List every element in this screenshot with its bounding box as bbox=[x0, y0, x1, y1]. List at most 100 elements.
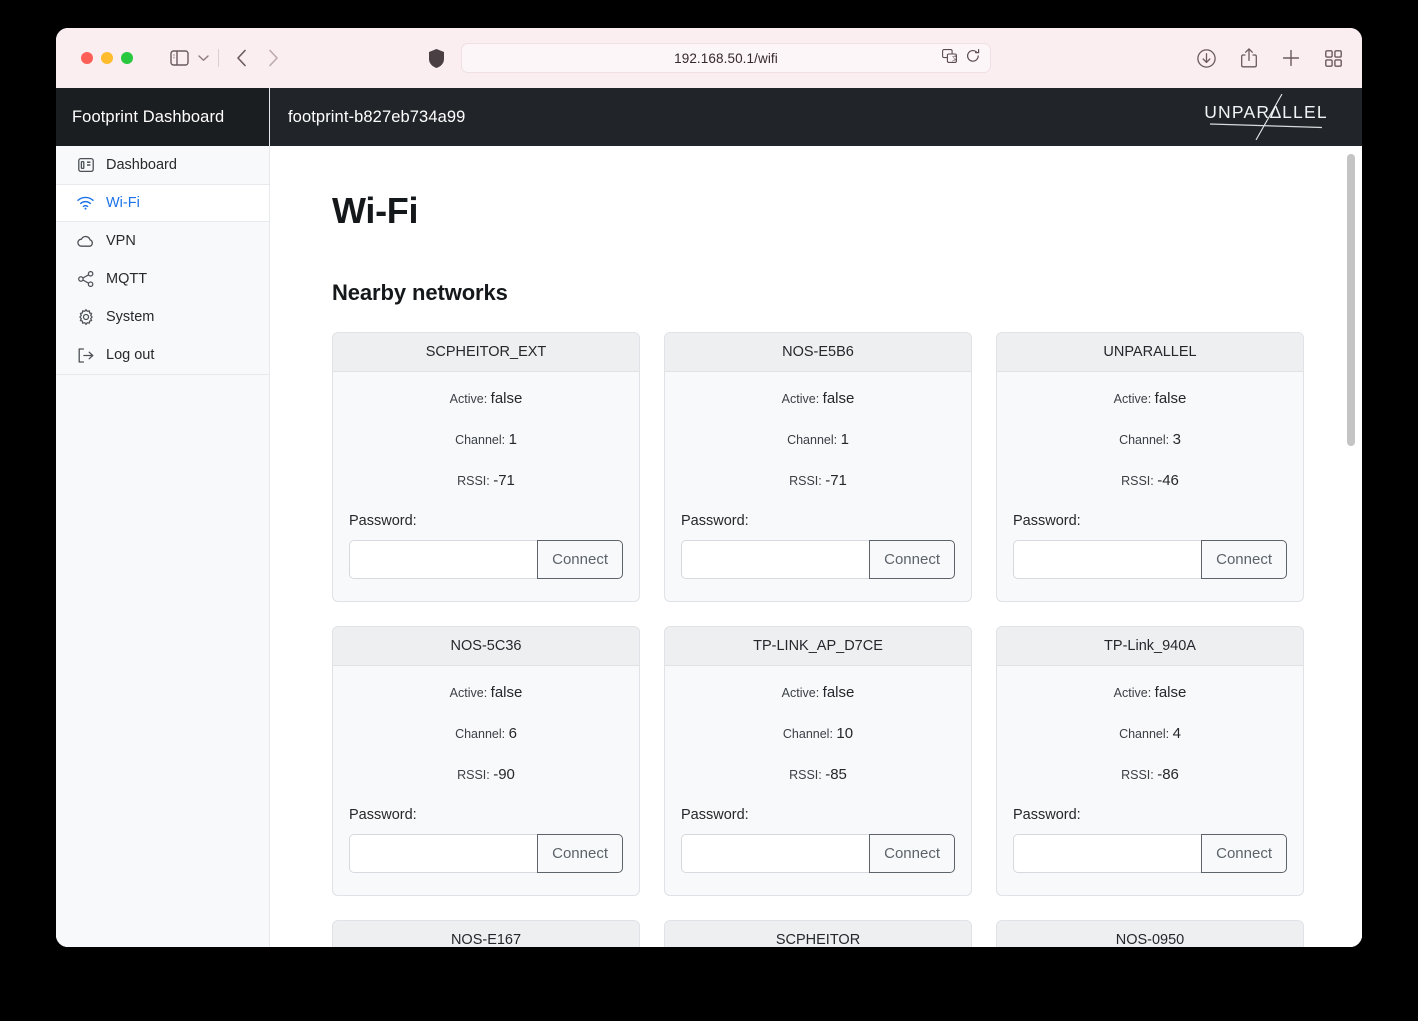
network-channel-label: Channel: bbox=[787, 433, 838, 447]
network-rssi-value: -90 bbox=[493, 766, 515, 783]
network-rssi-label: RSSI: bbox=[1121, 474, 1154, 488]
chevron-down-icon[interactable] bbox=[198, 54, 209, 62]
connect-button[interactable]: Connect bbox=[1201, 834, 1287, 873]
password-label: Password: bbox=[681, 807, 749, 823]
sidebar-item-mqtt[interactable]: MQTT bbox=[56, 260, 269, 298]
page-body: Footprint Dashboard Dashboard Wi-Fi VPN … bbox=[56, 88, 1362, 947]
network-ssid: TP-Link_940A bbox=[997, 627, 1303, 666]
scrollbar-thumb[interactable] bbox=[1347, 154, 1355, 446]
unparallel-logo: UNPAR∆LLEL bbox=[1196, 93, 1336, 141]
toolbar-right-actions bbox=[1197, 28, 1342, 88]
network-channel-row: Channel: 6 bbox=[349, 725, 623, 742]
network-active-value: false bbox=[822, 684, 855, 701]
network-card: SCPHEITORActive: falseChannel: 11Passwor… bbox=[664, 920, 972, 947]
close-window-button[interactable] bbox=[81, 52, 93, 64]
network-rssi-label: RSSI: bbox=[789, 474, 822, 488]
network-active-row: Active: false bbox=[681, 390, 955, 407]
network-ssid: NOS-E167 bbox=[333, 921, 639, 947]
network-rssi-label: RSSI: bbox=[789, 768, 822, 782]
connect-button[interactable]: Connect bbox=[869, 834, 955, 873]
share-nodes-icon bbox=[77, 271, 94, 288]
share-icon[interactable] bbox=[1241, 48, 1257, 68]
network-rssi-label: RSSI: bbox=[457, 474, 490, 488]
sidebar-item-label: Log out bbox=[106, 347, 155, 363]
address-bar[interactable]: 192.168.50.1/wifi 文 bbox=[461, 43, 991, 73]
sidebar-item-vpn[interactable]: VPN bbox=[56, 222, 269, 260]
network-channel-label: Channel: bbox=[1119, 433, 1170, 447]
browser-window: 192.168.50.1/wifi 文 Footprint Dashboard … bbox=[56, 28, 1362, 947]
download-icon[interactable] bbox=[1197, 48, 1216, 68]
sidebar-item-system[interactable]: System bbox=[56, 298, 269, 336]
network-card: TP-LINK_AP_D7CE Active: false Channel: 10 R… bbox=[664, 626, 972, 896]
network-card: UNPARALLEL Active: false Channel: 3 RSSI: -… bbox=[996, 332, 1304, 602]
browser-toolbar: 192.168.50.1/wifi 文 bbox=[56, 28, 1362, 88]
network-channel-value: 6 bbox=[508, 725, 517, 742]
privacy-shield-icon[interactable] bbox=[429, 48, 444, 68]
network-ssid: NOS-E5B6 bbox=[665, 333, 971, 372]
sidebar-item-logout[interactable]: Log out bbox=[56, 336, 269, 374]
network-ssid: TP-LINK_AP_D7CE bbox=[665, 627, 971, 666]
back-arrow-icon[interactable] bbox=[236, 49, 247, 67]
app-brand: Footprint Dashboard bbox=[56, 88, 269, 146]
translate-icon[interactable]: 文 bbox=[942, 48, 959, 68]
password-label: Password: bbox=[1013, 513, 1081, 529]
reload-icon[interactable] bbox=[966, 48, 980, 68]
network-rssi-row: RSSI: -71 bbox=[681, 472, 955, 489]
password-label: Password: bbox=[349, 807, 417, 823]
page-content: Wi-Fi Nearby networks SCPHEITOR_EXT Activ… bbox=[270, 146, 1362, 947]
network-rssi-value: -46 bbox=[1157, 472, 1179, 489]
traffic-lights bbox=[81, 52, 133, 64]
network-active-label: Active: bbox=[1113, 686, 1152, 700]
section-title: Nearby networks bbox=[332, 280, 508, 305]
password-input[interactable] bbox=[681, 834, 870, 873]
network-ssid: NOS-5C36 bbox=[333, 627, 639, 666]
password-label: Password: bbox=[1013, 807, 1081, 823]
network-ssid: SCPHEITOR_EXT bbox=[333, 333, 639, 372]
zoom-window-button[interactable] bbox=[121, 52, 133, 64]
password-input[interactable] bbox=[1013, 834, 1202, 873]
minimize-window-button[interactable] bbox=[101, 52, 113, 64]
network-active-row: Active: false bbox=[1013, 684, 1287, 701]
app-brand-label: Footprint Dashboard bbox=[72, 107, 225, 126]
network-rssi-row: RSSI: -46 bbox=[1013, 472, 1287, 489]
network-ssid: UNPARALLEL bbox=[997, 333, 1303, 372]
password-input[interactable] bbox=[349, 540, 538, 579]
url-text: 192.168.50.1/wifi bbox=[674, 50, 778, 66]
app-sidebar: Footprint Dashboard Dashboard Wi-Fi VPN … bbox=[56, 88, 270, 947]
network-active-row: Active: false bbox=[681, 684, 955, 701]
password-input[interactable] bbox=[1013, 540, 1202, 579]
sidebar-item-label: System bbox=[106, 309, 155, 325]
sidebar-toggle-icon[interactable] bbox=[170, 50, 189, 66]
password-input[interactable] bbox=[349, 834, 538, 873]
network-channel-value: 3 bbox=[1172, 431, 1181, 448]
network-active-row: Active: false bbox=[349, 390, 623, 407]
connect-button[interactable]: Connect bbox=[1201, 540, 1287, 579]
dashboard-icon bbox=[77, 157, 94, 174]
sidebar-item-dashboard[interactable]: Dashboard bbox=[56, 146, 269, 184]
network-rssi-label: RSSI: bbox=[1121, 768, 1154, 782]
address-bar-actions: 文 bbox=[942, 44, 980, 72]
sidebar-item-wifi[interactable]: Wi-Fi bbox=[56, 184, 269, 222]
connect-button[interactable]: Connect bbox=[537, 540, 623, 579]
network-card-body: Active: false Channel: 1 RSSI: -71 Password… bbox=[665, 372, 971, 601]
network-card-body: Active: false Channel: 1 RSSI: -71 Password… bbox=[333, 372, 639, 601]
network-rssi-value: -85 bbox=[825, 766, 847, 783]
network-active-label: Active: bbox=[1113, 392, 1152, 406]
network-active-value: false bbox=[490, 390, 523, 407]
network-card-body: Active: false Channel: 10 RSSI: -85 Passwor… bbox=[665, 666, 971, 895]
plus-icon[interactable] bbox=[1282, 49, 1300, 67]
page-scrollbar[interactable] bbox=[1344, 146, 1358, 947]
network-channel-row: Channel: 3 bbox=[1013, 431, 1287, 448]
password-input[interactable] bbox=[681, 540, 870, 579]
connect-button[interactable]: Connect bbox=[869, 540, 955, 579]
network-rssi-label: RSSI: bbox=[457, 768, 490, 782]
network-active-label: Active: bbox=[781, 392, 820, 406]
tab-grid-icon[interactable] bbox=[1325, 49, 1342, 67]
forward-arrow-icon[interactable] bbox=[268, 49, 279, 67]
network-active-row: Active: false bbox=[1013, 390, 1287, 407]
connect-button[interactable]: Connect bbox=[537, 834, 623, 873]
network-rssi-value: -86 bbox=[1157, 766, 1179, 783]
network-channel-label: Channel: bbox=[782, 727, 833, 741]
password-label: Password: bbox=[349, 513, 417, 529]
network-card: NOS-0950Active: falseChannel: 13Password… bbox=[996, 920, 1304, 947]
